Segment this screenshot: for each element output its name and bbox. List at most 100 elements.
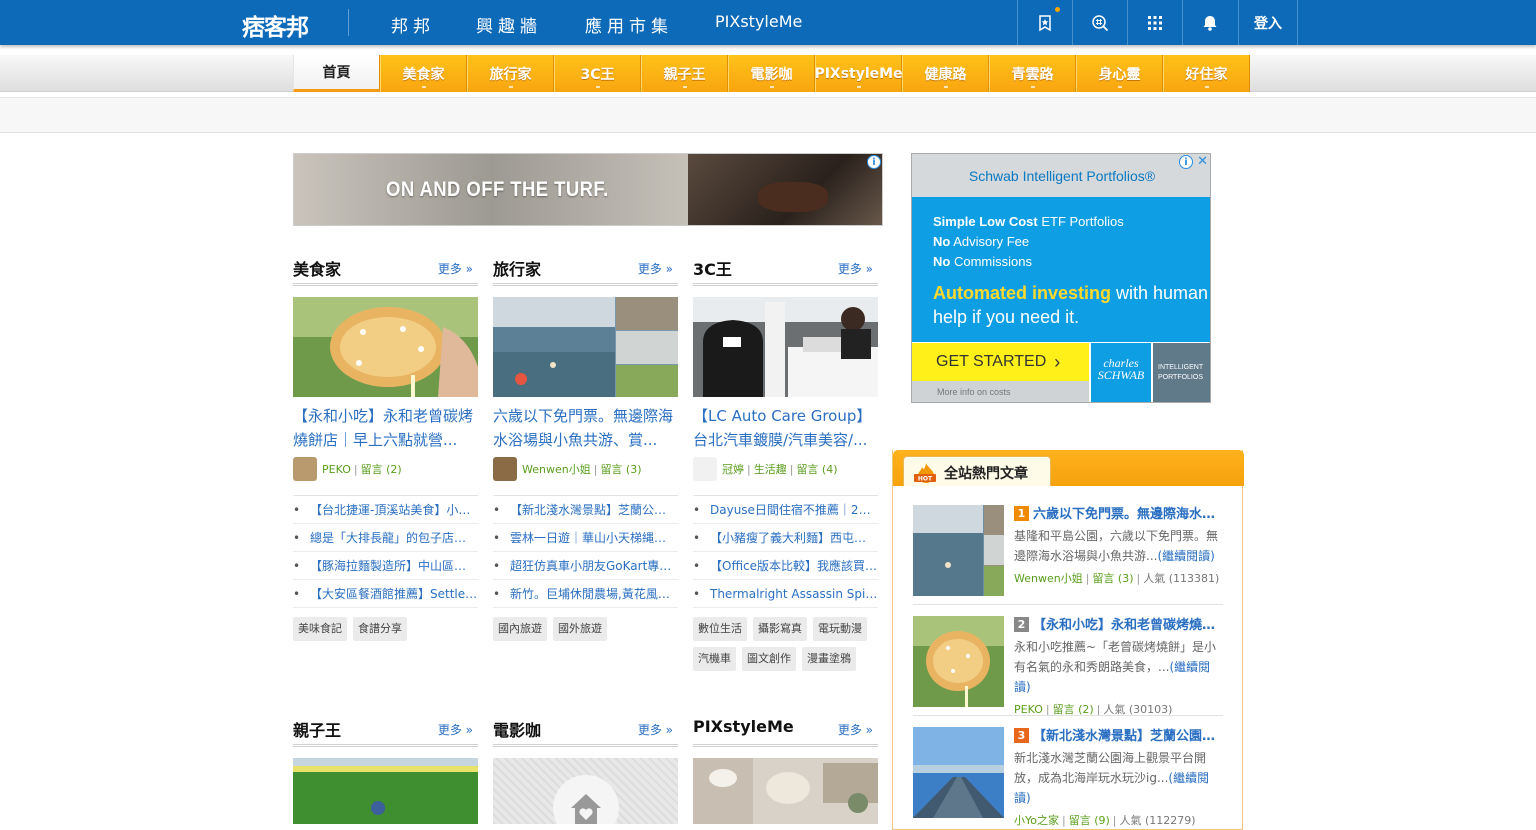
article-thumbnail[interactable] [693, 297, 878, 397]
list-item[interactable]: 【豚海拉麵製造所】中山區拉麵推薦 [293, 552, 478, 580]
more-info-link[interactable]: More info on costs [912, 381, 1089, 402]
category-tab-home-living[interactable]: 好住家 [1163, 55, 1250, 92]
article-thumbnail[interactable] [693, 758, 878, 824]
ad-info-icon[interactable]: i [1179, 155, 1193, 169]
article-thumbnail[interactable] [293, 297, 478, 397]
apps-grid-icon[interactable] [1127, 0, 1182, 45]
more-link[interactable]: 更多 » [438, 721, 473, 738]
banner-ad[interactable]: ON AND OFF THE TURF. i [293, 153, 883, 226]
list-item[interactable]: 【新北淺水灣景點】芝蘭公園海上觀景 [493, 496, 678, 524]
hot-article-title[interactable]: 【新北淺水灣景點】芝蘭公園海上 [1033, 729, 1224, 744]
tag[interactable]: 國外旅遊 [553, 617, 607, 641]
category-tab-mind[interactable]: 身心靈 [1076, 55, 1163, 92]
top-bar: 痞客邦 邦邦 興趣牆 應用市集 PIXstyleMe 登入 [0, 0, 1536, 45]
list-item[interactable]: 超狂仿真車小朋友GoKart專用賽道 [493, 552, 678, 580]
category-tab-health[interactable]: 健康路 [902, 55, 989, 92]
article-thumbnail[interactable] [493, 297, 678, 397]
ad-info-icon[interactable]: i [867, 155, 881, 169]
rank-badge: 2 [1014, 617, 1029, 632]
section-title: 美食家 [293, 260, 342, 279]
hot-article-title[interactable]: 六歲以下免門票。無邊際海水浴場 [1033, 507, 1224, 522]
ad-close-icon[interactable]: ✕ [1197, 154, 1208, 169]
list-item[interactable]: 【小豬瘦了義大利麵】西屯聚餐推薦 [693, 524, 878, 552]
section-title: 旅行家 [493, 260, 542, 279]
hot-article-views: 人氣 (112279) [1119, 814, 1196, 827]
article-author: 冠婷 | 生活趣 | 留言 (4) [693, 457, 878, 481]
bookmark-star-icon[interactable] [1017, 0, 1072, 45]
article-headline[interactable]: 【LC Auto Care Group】台北汽車鍍膜/汽車美容/... [693, 404, 878, 452]
category-tab-pixstyleme[interactable]: PIXstyleMe [814, 55, 903, 92]
hot-article-views: 人氣 (113381) [1143, 572, 1220, 585]
list-item[interactable]: Dayuse日間住宿不推薦｜2023年 [693, 496, 878, 524]
hot-article-author[interactable]: 小Yo之家 [1014, 814, 1059, 827]
category-tab-3c[interactable]: 3C王 [554, 55, 641, 92]
search-hash-icon[interactable] [1072, 0, 1127, 45]
article-thumbnail[interactable] [493, 758, 678, 824]
tag[interactable]: 美味食記 [293, 617, 347, 641]
hot-article-comments[interactable]: 留言 (9) [1069, 814, 1110, 827]
list-item[interactable]: 【大安區餐酒館推薦】Settle Coffee [293, 580, 478, 608]
hot-article-thumbnail[interactable] [913, 505, 1004, 596]
login-button[interactable]: 登入 [1238, 0, 1298, 45]
schwab-ad-headline: Automated investing with human help if y… [933, 283, 1209, 327]
article-author: PEKO | 留言 (2) [293, 457, 478, 481]
bell-icon[interactable] [1182, 0, 1237, 45]
schwab-ad[interactable]: Schwab Intelligent Portfolios® i ✕ Simpl… [911, 153, 1211, 403]
tag[interactable]: 電玩動漫 [813, 617, 867, 641]
topnav-app-market[interactable]: 應用市集 [585, 12, 673, 37]
article-headline[interactable]: 【永和小吃】永和老曾碳烤燒餅店｜早上六點就營... [293, 404, 478, 452]
avatar[interactable] [293, 457, 317, 481]
more-link[interactable]: 更多 » [438, 260, 473, 277]
list-item[interactable]: 總是「大排長龍」的包子店！推薦 [293, 524, 478, 552]
list-item[interactable]: 新竹。巨埔休閒農場,黃花風鈴木 [493, 580, 678, 608]
list-item[interactable]: Thermalright Assassin Spirit 120 [693, 580, 878, 608]
topnav-bangbang[interactable]: 邦邦 [391, 12, 435, 37]
tag[interactable]: 汽機車 [693, 647, 736, 671]
section-header-3c: 3C王 更多 » [693, 252, 878, 286]
tag[interactable]: 圖文創作 [742, 647, 796, 671]
more-link[interactable]: 更多 » [838, 260, 873, 277]
hot-article-title[interactable]: 【永和小吃】永和老曾碳烤燒餅店 [1033, 618, 1224, 633]
topnav-pixstyleme[interactable]: PIXstyleMe [715, 12, 802, 31]
read-more-link[interactable]: (繼續閱讀) [1157, 549, 1214, 563]
chevron-right-icon: › [1054, 351, 1061, 372]
category-tab-home[interactable]: 首頁 [293, 55, 380, 92]
category-tab-career[interactable]: 青雲路 [989, 55, 1076, 92]
tag[interactable]: 國內旅遊 [493, 617, 547, 641]
tag[interactable]: 食譜分享 [353, 617, 407, 641]
pixnet-logo[interactable]: 痞客邦 [242, 8, 309, 42]
more-link[interactable]: 更多 » [638, 260, 673, 277]
article-headline[interactable]: 六歲以下免門票。無邊際海水浴場與小魚共游、賞... [493, 404, 678, 452]
category-tab-movie[interactable]: 電影咖 [728, 55, 815, 92]
rank-badge: 1 [1014, 506, 1029, 521]
hot-articles-tab[interactable]: HOT 全站熱門文章 [903, 456, 1051, 486]
hot-article-thumbnail[interactable] [913, 616, 1004, 707]
hot-article-thumbnail[interactable] [913, 727, 1004, 818]
hot-articles-title: 全站熱門文章 [944, 466, 1028, 482]
more-link[interactable]: 更多 » [638, 721, 673, 738]
article-list: 【新北淺水灣景點】芝蘭公園海上觀景 雲林一日遊｜華山小天梯縄索吊橋 超狂仿真車小… [493, 495, 678, 608]
list-item[interactable]: 雲林一日遊｜華山小天梯縄索吊橋 [493, 524, 678, 552]
section-title: PIXstyleMe [693, 717, 794, 736]
category-tab-parenting[interactable]: 親子王 [641, 55, 728, 92]
get-started-button[interactable]: GET STARTED › [912, 343, 1089, 381]
list-item[interactable]: 【台北捷運-頂溪站美食】小吃店推薦 [293, 496, 478, 524]
article-thumbnail[interactable] [293, 758, 478, 824]
list-item[interactable]: 【Office版本比較】我應該買哪個 [693, 552, 878, 580]
topnav-interest-wall[interactable]: 興趣牆 [476, 12, 542, 37]
hot-fire-icon: HOT [914, 463, 936, 483]
avatar[interactable] [493, 457, 517, 481]
section-title: 親子王 [293, 721, 342, 740]
category-tab-food[interactable]: 美食家 [380, 55, 467, 92]
avatar[interactable] [693, 457, 717, 481]
category-tab-travel[interactable]: 旅行家 [467, 55, 554, 92]
section-title: 3C王 [693, 260, 732, 279]
tag[interactable]: 攝影寫真 [753, 617, 807, 641]
section-header-food: 美食家 更多 » [293, 252, 478, 286]
tag-list: 數位生活 攝影寫真 電玩動漫汽機車 圖文創作 漫畫塗鴉 [693, 617, 883, 677]
tag[interactable]: 漫畫塗鴉 [802, 647, 856, 671]
more-link[interactable]: 更多 » [838, 721, 873, 738]
hot-article-comments[interactable]: 留言 (3) [1092, 572, 1133, 585]
tag[interactable]: 數位生活 [693, 617, 747, 641]
hot-article-author[interactable]: Wenwen小姐 [1014, 572, 1083, 585]
